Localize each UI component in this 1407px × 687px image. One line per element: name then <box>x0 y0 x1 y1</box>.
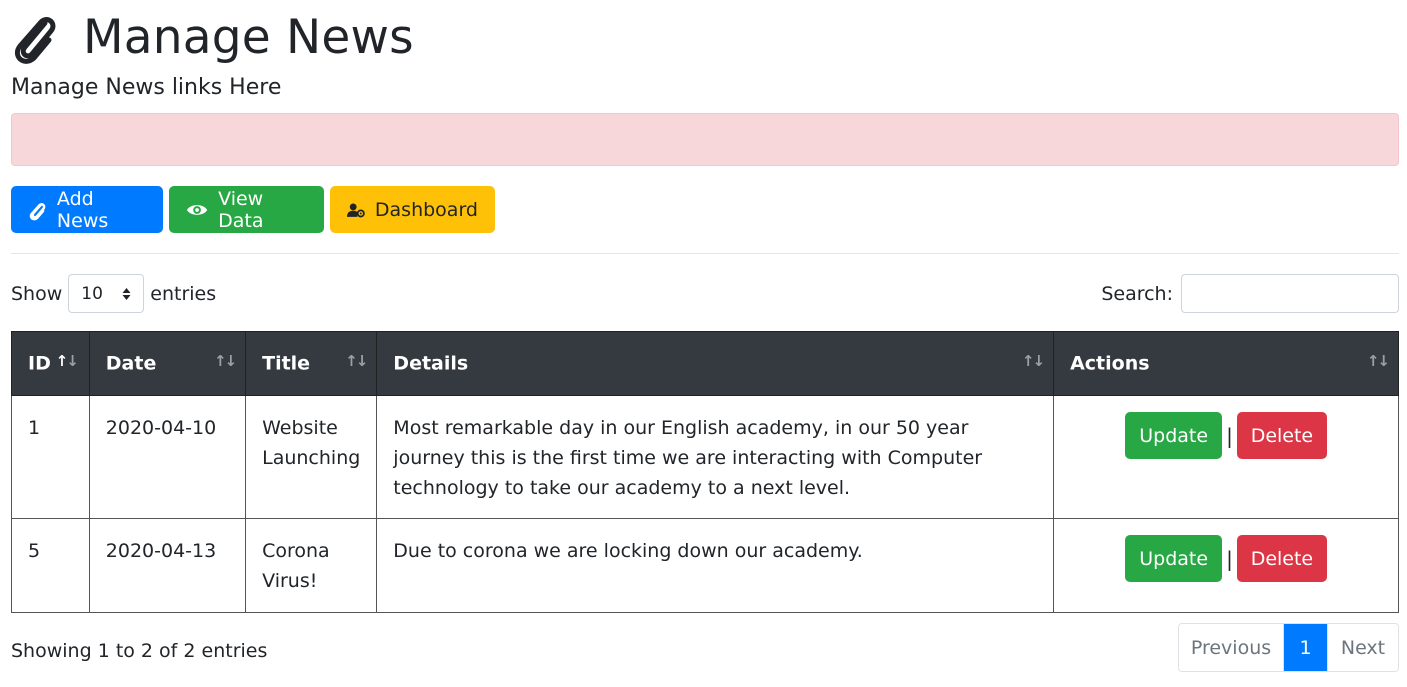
update-button[interactable]: Update <box>1125 535 1223 582</box>
sort-icon: ↑↓ <box>213 352 237 370</box>
paperclip-icon <box>14 17 56 64</box>
page: Manage News Manage News links Here Add N… <box>0 0 1407 687</box>
page-subtitle: Manage News links Here <box>11 75 282 100</box>
entries-select-value: 10 <box>81 283 103 304</box>
page-1-button[interactable]: 1 <box>1284 624 1327 671</box>
add-news-button[interactable]: Add News <box>11 186 163 233</box>
update-button[interactable]: Update <box>1125 412 1223 459</box>
entries-label: entries <box>150 282 217 305</box>
sort-icon: ↑↓ <box>345 352 368 370</box>
view-data-button[interactable]: View Data <box>169 186 324 233</box>
table-header-row: ID ↑↓ Date ↑↓ Title ↑↓ Details ↑↓ Action… <box>11 331 1399 396</box>
page-header: Manage News <box>11 6 414 68</box>
entries-length-control: Show 10 entries <box>11 274 216 313</box>
column-label: ID <box>28 352 51 375</box>
column-label: Actions <box>1070 352 1150 375</box>
divider <box>11 253 1399 254</box>
column-header-date[interactable]: Date ↑↓ <box>88 331 247 396</box>
table-info: Showing 1 to 2 of 2 entries <box>11 640 268 662</box>
next-page-button[interactable]: Next <box>1327 624 1398 671</box>
paperclip-icon <box>29 202 46 220</box>
cell-details: Most remarkable day in our English acade… <box>376 395 1055 519</box>
search-label: Search: <box>1101 282 1173 305</box>
view-data-label: View Data <box>218 187 264 232</box>
sort-icon: ↑↓ <box>55 352 79 370</box>
toolbar: Add News View Data Dashboard <box>11 186 495 233</box>
cell-title: Corona Virus! <box>245 518 378 613</box>
cell-id: 5 <box>11 518 90 613</box>
dashboard-label: Dashboard <box>374 198 478 221</box>
add-news-label: Add News <box>56 187 109 232</box>
sort-updown-icon <box>122 287 131 300</box>
eye-icon <box>186 204 208 215</box>
pagination: Previous 1 Next <box>1178 623 1399 672</box>
cell-actions: Update | Delete <box>1053 518 1399 613</box>
table-row: 5 2020-04-13 Corona Virus! Due to corona… <box>11 518 1399 613</box>
cell-details: Due to corona we are locking down our ac… <box>376 518 1055 613</box>
delete-button[interactable]: Delete <box>1236 535 1327 582</box>
cell-title: Website Launching <box>245 395 378 519</box>
action-separator: | <box>1226 546 1233 571</box>
action-separator: | <box>1226 423 1233 448</box>
sort-icon: ↑↓ <box>1021 352 1045 370</box>
page-title: Manage News <box>83 9 414 65</box>
delete-button[interactable]: Delete <box>1236 412 1327 459</box>
column-label: Details <box>393 352 469 375</box>
column-header-actions[interactable]: Actions ↑↓ <box>1053 331 1399 396</box>
cell-id: 1 <box>11 395 90 519</box>
column-label: Title <box>262 352 311 375</box>
cell-date: 2020-04-13 <box>88 518 247 613</box>
entries-select[interactable]: 10 <box>68 274 145 313</box>
previous-page-button[interactable]: Previous <box>1179 624 1284 671</box>
user-cog-icon <box>347 202 365 217</box>
search-input[interactable] <box>1181 274 1399 313</box>
column-header-details[interactable]: Details ↑↓ <box>376 331 1055 396</box>
dashboard-button[interactable]: Dashboard <box>330 186 495 233</box>
show-label: Show <box>11 282 63 305</box>
alert-box <box>11 113 1399 166</box>
cell-actions: Update | Delete <box>1053 395 1399 519</box>
column-header-title[interactable]: Title ↑↓ <box>245 331 378 396</box>
search-control: Search: <box>1101 274 1399 313</box>
table-row: 1 2020-04-10 Website Launching Most rema… <box>11 395 1399 519</box>
cell-date: 2020-04-10 <box>88 395 247 519</box>
column-label: Date <box>105 352 157 375</box>
column-header-id[interactable]: ID ↑↓ <box>11 331 90 396</box>
sort-icon: ↑↓ <box>1366 352 1390 370</box>
news-table: ID ↑↓ Date ↑↓ Title ↑↓ Details ↑↓ Action… <box>11 331 1399 613</box>
